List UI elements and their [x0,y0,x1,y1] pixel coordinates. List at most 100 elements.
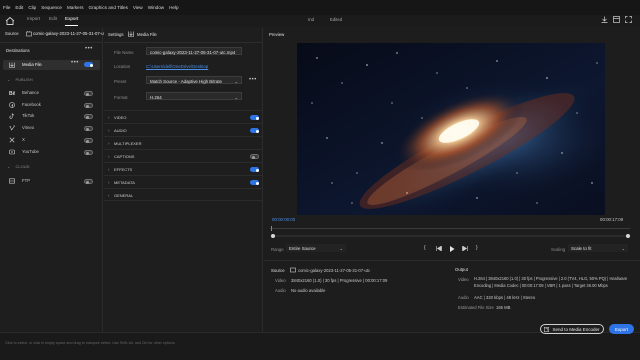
playhead[interactable] [271,226,272,231]
format-select[interactable]: H.264 ⌄ [146,92,242,100]
menu-sequence[interactable]: Sequence [41,5,62,10]
menu-view[interactable]: View [133,5,143,10]
section-multiplexer[interactable]: › MULTIPLEXER [104,136,263,149]
format-value: H.264 [150,94,162,100]
tiktok-toggle[interactable] [84,114,93,119]
chevron-right-icon: › [108,179,110,185]
youtube-icon [9,149,15,155]
output-video-label: Video [458,277,469,282]
ftp-toggle[interactable] [84,179,93,184]
chevron-right-icon: › [108,140,110,146]
facebook-toggle[interactable] [84,103,93,108]
quick-export-icon[interactable] [601,16,608,23]
menu-window[interactable]: Window [148,5,164,10]
source-info-file: comic-galaxy-2023-11-27-05-31-07-utc [298,268,371,273]
source-file-name: comic-galaxy-2023-11-27-05-31-07-utc [33,31,107,36]
menu-clip[interactable]: Clip [28,5,36,10]
video-toggle[interactable] [250,115,259,120]
range-out-handle[interactable] [626,234,630,238]
destinations-panel [0,28,103,347]
workspaces-icon[interactable] [613,16,620,23]
export-button[interactable]: Export [609,324,634,334]
media-file-toggle[interactable] [84,62,93,67]
send-button-label: Send to Media Encoder [552,326,600,332]
timecode-duration: 00:00:17:09 [600,217,624,222]
send-to-media-encoder-button[interactable]: Send to Media Encoder [540,324,604,334]
tab-export[interactable]: Export [65,16,79,26]
tab-edit[interactable]: Edit [49,16,57,25]
step-back-icon[interactable] [436,246,442,251]
section-label: GENERAL [114,193,134,198]
destination-x[interactable]: X [22,137,25,142]
effects-toggle[interactable] [250,167,259,172]
output-video-value: H.264 | 3840x2160 (1.0) | 30 fps | Progr… [474,276,628,288]
scaling-select[interactable]: Scale to fit ⌄ [568,244,628,252]
destination-vimeo[interactable]: Vimeo [22,125,34,130]
x-toggle[interactable] [84,138,93,143]
play-icon[interactable] [449,246,455,252]
chevron-down-icon: ⌄ [339,245,343,251]
step-forward-icon[interactable] [462,246,468,251]
cloud-section-label[interactable]: ⌄ CLOUD [7,164,30,169]
destination-youtube[interactable]: YouTube [22,149,39,154]
destination-behance[interactable]: Behance [22,90,39,95]
section-label: VIDEO [114,115,127,120]
youtube-toggle[interactable] [84,150,93,155]
output-audio-value: AAC | 320 kbps | 48 kHz | Stereo [474,295,536,300]
media-file-more-icon[interactable]: ••• [71,60,79,66]
chevron-down-icon: ⌄ [234,94,238,100]
location-link[interactable]: C:\Users\dell\OneDrive\Desktop [146,64,208,69]
publish-section-label[interactable]: ⌄ PUBLISH [7,77,33,82]
range-in-handle[interactable] [271,234,275,238]
section-audio[interactable]: › AUDIO [104,123,263,136]
menu-graphics-and-titles[interactable]: Graphics and Titles [89,5,128,10]
section-captions[interactable]: › CAPTIONS [104,149,263,162]
section-effects[interactable]: › EFFECTS [104,162,263,175]
source-info-title: Source [271,268,285,273]
tab-import[interactable]: Import [27,16,40,25]
section-metadata[interactable]: › METADATA [104,175,263,188]
destination-ftp[interactable]: FTP [22,178,30,183]
section-general[interactable]: › GENERAL [104,188,263,201]
output-audio-label: Audio [458,295,469,300]
menu-file[interactable]: File [3,5,10,10]
audio-toggle[interactable] [250,128,259,133]
timeline-track[interactable] [270,228,630,229]
vimeo-toggle[interactable] [84,126,93,131]
vimeo-icon [9,125,15,131]
menu-markers[interactable]: Markers [67,5,84,10]
media-file-icon [9,62,15,68]
source-label: Source [5,31,19,36]
destination-facebook[interactable]: Facebook [22,102,41,107]
preset-more-icon[interactable]: ••• [249,77,257,83]
mark-out-icon[interactable]: } [476,245,478,251]
chevron-right-icon: › [108,153,110,159]
footer-bar [0,332,640,360]
home-icon[interactable] [4,16,16,26]
mark-in-icon[interactable]: { [424,245,426,251]
range-bar[interactable] [272,235,628,237]
captions-toggle[interactable] [250,154,259,159]
destination-tiktok[interactable]: TikTok [22,113,34,118]
file-name-input[interactable]: comic-galaxy-2023-11-27-05-31-07-utc.mp4 [146,47,242,55]
behance-toggle[interactable] [84,91,93,96]
divider [0,42,103,43]
preview-video[interactable] [297,43,605,215]
divider [104,42,263,43]
preset-select[interactable]: Match Source - Adaptive High Bitrate ⌄ [146,76,242,84]
range-select[interactable]: Entire Source ⌄ [286,244,346,252]
menu-edit[interactable]: Edit [15,5,23,10]
section-label: AUDIO [114,128,127,133]
location-label: Location [114,64,131,69]
behance-icon: Bē [9,91,15,96]
range-value: Entire Source [289,245,316,251]
metadata-toggle[interactable] [250,180,259,185]
source-clip-icon [26,31,32,37]
timecode-current[interactable]: 00:00:00:00 [272,217,295,222]
maximize-icon[interactable] [625,16,632,23]
menu-help[interactable]: Help [169,5,178,10]
destinations-more-icon[interactable]: ••• [85,46,93,52]
section-video[interactable]: › VIDEO [104,110,263,123]
svg-text:Bē: Bē [9,91,15,96]
ftp-icon [9,178,15,184]
